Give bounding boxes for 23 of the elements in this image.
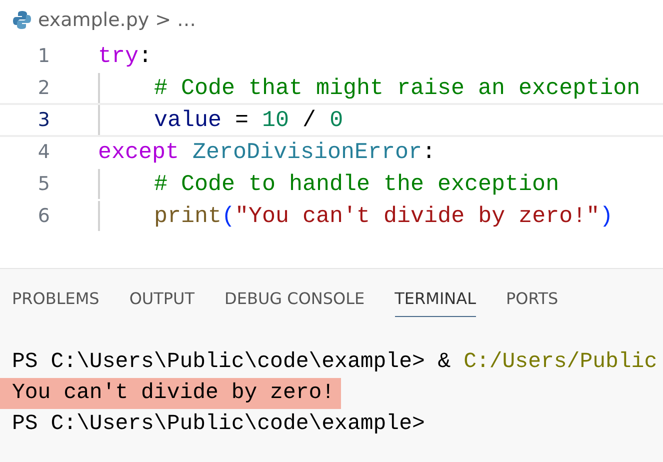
code-line: print("You can't divide by zero!") — [154, 202, 614, 231]
file-name[interactable]: example.py — [38, 9, 150, 31]
code-line: # Code to handle the exception — [154, 170, 560, 199]
code-line: value = 10 / 0 — [154, 106, 344, 135]
line-number: 4 — [36, 140, 51, 165]
panel-tab[interactable]: PORTS — [506, 289, 558, 317]
code-line: except ZeroDivisionError: — [98, 138, 436, 167]
line-number: 2 — [36, 76, 51, 101]
line-number: 6 — [36, 204, 51, 229]
terminal-line: PS C:\Users\Public\code\example> & C:/Users/Public — [11, 349, 658, 376]
breadcrumb-more[interactable]: … — [177, 9, 196, 31]
panel-tab[interactable]: PROBLEMS — [12, 289, 100, 317]
line-number: 3 — [36, 108, 51, 133]
breadcrumb-separator: > — [155, 9, 172, 31]
line-number: 5 — [36, 172, 51, 197]
panel-tab[interactable]: TERMINAL — [394, 289, 476, 317]
python-icon — [12, 10, 32, 30]
line-number: 1 — [36, 44, 51, 69]
code-line: try: — [98, 42, 152, 71]
panel-tab[interactable]: DEBUG CONSOLE — [224, 289, 365, 317]
panel-tab[interactable]: OUTPUT — [129, 289, 195, 317]
code-line: # Code that might raise an exception — [154, 74, 640, 103]
terminal-line: PS C:\Users\Public\code\example> — [11, 411, 426, 438]
